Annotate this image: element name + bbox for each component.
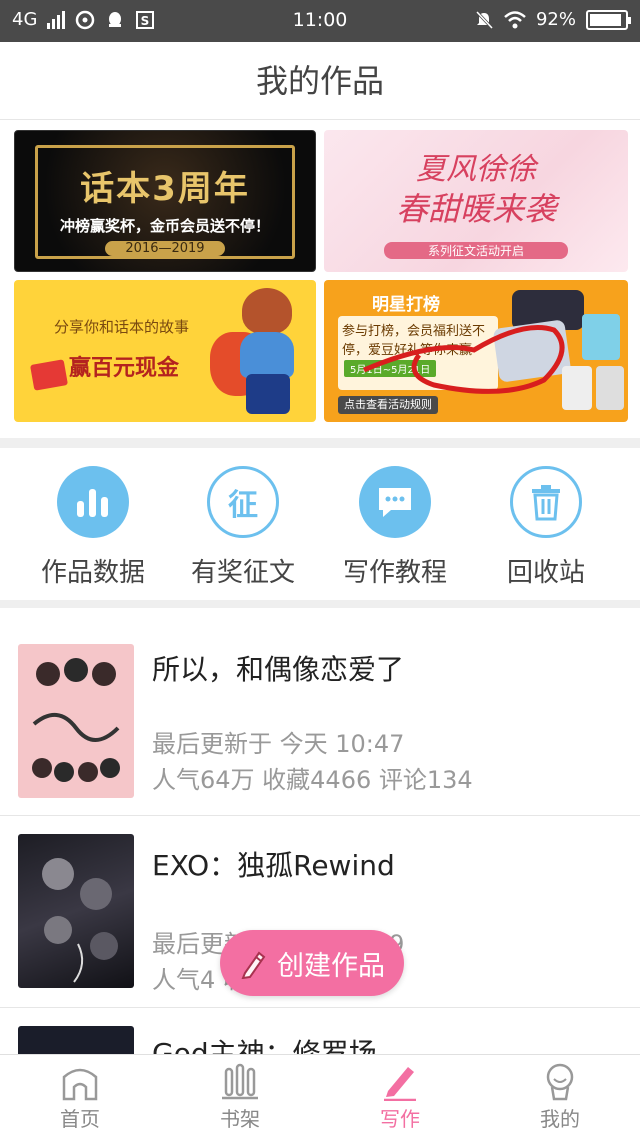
menu-item-contest[interactable]: 征 有奖征文 bbox=[163, 466, 323, 589]
banner-years: 2016—2019 bbox=[105, 241, 225, 256]
book-cover bbox=[18, 644, 134, 798]
work-stats: 人气64万 收藏4466 评论134 bbox=[152, 766, 473, 794]
mute-bell-icon bbox=[475, 10, 494, 29]
red-scribble-mark bbox=[363, 325, 565, 394]
banner-share-story[interactable]: 分享你和话本的故事 赢百元现金 bbox=[14, 280, 316, 422]
bottom-tab-bar: 首页 书架 写作 我的 bbox=[0, 1054, 640, 1138]
work-title: God主神：修罗场 bbox=[152, 1037, 377, 1054]
function-menu: 作品数据 征 有奖征文 写作教程 回收站 bbox=[0, 448, 640, 600]
chat-bubble-icon bbox=[359, 466, 431, 538]
tab-label: 首页 bbox=[60, 1107, 100, 1131]
tab-label: 书架 bbox=[220, 1107, 260, 1131]
banner-spring-contest[interactable]: 夏风徐徐 春甜暖来袭 系列征文活动开启 bbox=[324, 130, 628, 272]
banner-anniversary[interactable]: 话本3周年 冲榜赢奖杯，金币会员送不停！ 2016—2019 bbox=[14, 130, 316, 272]
banner-title: 夏风徐徐 bbox=[416, 152, 536, 187]
tab-label: 写作 bbox=[380, 1107, 420, 1131]
tab-write[interactable]: 写作 bbox=[320, 1061, 480, 1132]
banner-title: 话本3周年 bbox=[80, 169, 250, 209]
menu-item-label: 写作教程 bbox=[342, 558, 447, 588]
banner-subtitle: 系列征文活动开启 bbox=[384, 242, 568, 259]
wifi-icon bbox=[504, 10, 526, 28]
work-title: EXO：独孤Rewind bbox=[152, 849, 395, 882]
status-bar: 4G S 11:00 92% bbox=[0, 0, 640, 42]
work-updated: 最后更新于 今天 10:47 bbox=[152, 730, 405, 758]
menu-item-tutorial[interactable]: 写作教程 bbox=[315, 466, 475, 589]
page-title: 我的作品 bbox=[255, 62, 384, 100]
menu-item-label: 作品数据 bbox=[40, 558, 145, 588]
red-envelope-icon bbox=[30, 359, 68, 391]
list-item[interactable]: 所以，和偶像恋爱了 最后更新于 今天 10:47 人气64万 收藏4466 评论… bbox=[0, 608, 640, 816]
create-work-label: 创建作品 bbox=[277, 950, 385, 982]
girl-illustration bbox=[228, 288, 304, 414]
banner-star-ranking[interactable]: 明星打榜 参与打榜，会员福利送不停，爱豆好礼等你来赢 5月1日~5月21日 点击… bbox=[324, 280, 628, 422]
home-icon bbox=[62, 1068, 98, 1101]
battery-percent: 92% bbox=[535, 9, 576, 30]
banner-prize: 赢百元现金 bbox=[69, 356, 180, 381]
tab-home[interactable]: 首页 bbox=[0, 1061, 160, 1132]
pen-icon bbox=[384, 1067, 416, 1101]
banner-title-2: 春甜暖来袭 bbox=[395, 190, 556, 228]
contest-glyph: 征 bbox=[228, 488, 258, 523]
tab-profile[interactable]: 我的 bbox=[480, 1061, 640, 1132]
create-work-button[interactable]: 创建作品 bbox=[220, 930, 404, 996]
work-title: 所以，和偶像恋爱了 bbox=[152, 653, 405, 686]
banner-subtitle: 冲榜赢奖杯，金币会员送不停！ bbox=[59, 217, 270, 235]
pencil-icon bbox=[241, 951, 266, 979]
tab-bookshelf[interactable]: 书架 bbox=[160, 1061, 320, 1132]
profile-icon bbox=[546, 1063, 574, 1101]
trash-icon bbox=[510, 466, 582, 538]
page-header: 我的作品 bbox=[0, 42, 640, 120]
menu-item-label: 回收站 bbox=[506, 558, 585, 588]
book-cover bbox=[18, 834, 134, 988]
bar-chart-icon bbox=[57, 466, 129, 538]
banner-title: 分享你和话本的故事 bbox=[54, 318, 190, 336]
book-cover bbox=[18, 1026, 134, 1054]
menu-item-label: 有奖征文 bbox=[190, 558, 295, 588]
bookshelf-icon bbox=[222, 1063, 258, 1100]
battery-icon bbox=[586, 9, 631, 30]
list-item[interactable]: God主神：修罗场 bbox=[0, 1008, 640, 1054]
banner-grid: 话本3周年 冲榜赢奖杯，金币会员送不停！ 2016—2019 夏风徐徐 春甜暖来… bbox=[0, 120, 640, 438]
menu-item-work-data[interactable]: 作品数据 bbox=[13, 466, 173, 589]
menu-item-recycle-bin[interactable]: 回收站 bbox=[466, 466, 626, 589]
contest-icon: 征 bbox=[207, 466, 279, 538]
tab-label: 我的 bbox=[540, 1107, 580, 1131]
